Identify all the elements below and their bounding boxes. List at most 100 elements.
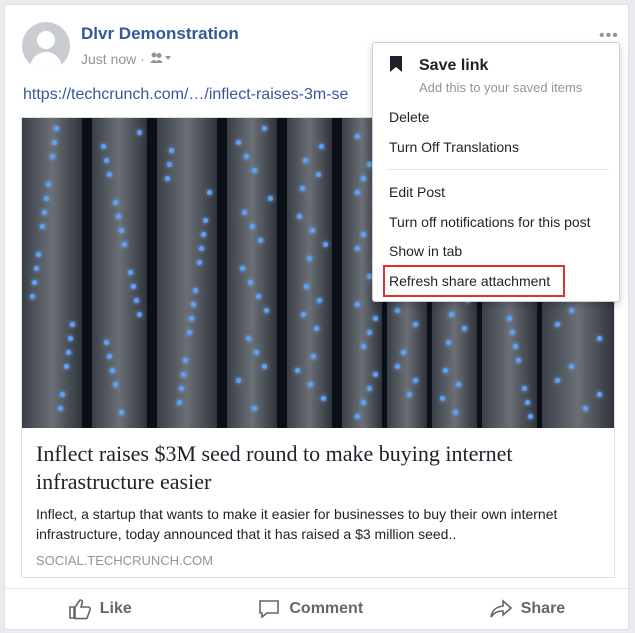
- rack-led: [555, 378, 560, 383]
- rack-led: [297, 214, 302, 219]
- rack-led: [597, 392, 602, 397]
- rack-led: [314, 326, 319, 331]
- rack-led: [50, 154, 55, 159]
- server-rack: [227, 118, 277, 428]
- rack-led: [256, 294, 261, 299]
- rack-led: [113, 200, 118, 205]
- rack-led: [355, 190, 360, 195]
- rack-led: [258, 238, 263, 243]
- like-button[interactable]: Like: [68, 598, 132, 620]
- menu-item-delete[interactable]: Delete: [389, 109, 429, 125]
- rack-led: [254, 350, 259, 355]
- server-rack: [92, 118, 147, 428]
- rack-led: [583, 406, 588, 411]
- menu-divider: [387, 169, 609, 170]
- rack-led: [68, 336, 73, 341]
- rack-led: [116, 214, 121, 219]
- rack-led: [407, 392, 412, 397]
- save-link-subtitle: Add this to your saved items: [419, 80, 583, 95]
- menu-item-turn-off-translations[interactable]: Turn Off Translations: [389, 139, 519, 155]
- rack-led: [181, 372, 186, 377]
- rack-led: [137, 130, 142, 135]
- highlight-box: [383, 265, 565, 297]
- comment-icon: [259, 600, 280, 619]
- share-icon: [489, 599, 512, 618]
- rack-led: [104, 158, 109, 163]
- rack-led: [66, 350, 71, 355]
- share-label: Share: [520, 600, 566, 617]
- rack-led: [310, 228, 315, 233]
- rack-led: [507, 316, 512, 321]
- rack-led: [179, 386, 184, 391]
- menu-item-edit-post[interactable]: Edit Post: [389, 184, 445, 200]
- rack-led: [264, 308, 269, 313]
- rack-led: [236, 378, 241, 383]
- rack-led: [201, 232, 206, 237]
- rack-led: [513, 344, 518, 349]
- rack-led: [355, 302, 360, 307]
- attachment-headline[interactable]: Inflect raises $3M seed round to make bu…: [36, 440, 596, 496]
- rack-led: [373, 372, 378, 377]
- rack-led: [119, 228, 124, 233]
- rack-led: [321, 396, 326, 401]
- rack-led: [323, 242, 328, 247]
- rack-led: [122, 242, 127, 247]
- rack-led: [203, 218, 208, 223]
- rack-led: [355, 134, 360, 139]
- rack-led: [395, 364, 400, 369]
- rack-led: [262, 126, 267, 131]
- rack-led: [30, 294, 35, 299]
- rack-led: [240, 266, 245, 271]
- attachment-description: Inflect, a startup that wants to make it…: [36, 506, 558, 542]
- audience-friends-icon[interactable]: [149, 51, 173, 67]
- rack-led: [395, 308, 400, 313]
- rack-led: [58, 406, 63, 411]
- rack-led: [262, 364, 267, 369]
- rack-led: [446, 340, 451, 345]
- rack-led: [34, 266, 39, 271]
- rack-led: [300, 186, 305, 191]
- rack-led: [242, 210, 247, 215]
- rack-led: [440, 396, 445, 401]
- rack-led: [401, 350, 406, 355]
- avatar[interactable]: [22, 22, 70, 70]
- rack-led: [367, 330, 372, 335]
- rack-led: [134, 298, 139, 303]
- post-time[interactable]: Just now: [81, 51, 136, 67]
- author-name[interactable]: Dlvr Demonstration: [81, 24, 239, 44]
- rack-led: [569, 308, 574, 313]
- server-rack: [157, 118, 217, 428]
- rack-led: [516, 358, 521, 363]
- post-link[interactable]: https://techcrunch.com/…/inflect-raises-…: [23, 86, 383, 104]
- rack-led: [569, 364, 574, 369]
- rack-led: [191, 302, 196, 307]
- menu-item-show-in-tab[interactable]: Show in tab: [389, 243, 462, 259]
- rack-led: [44, 196, 49, 201]
- bookmark-icon: [390, 56, 402, 72]
- menu-item-turn-off-notifications[interactable]: Turn off notifications for this post: [389, 214, 591, 230]
- rack-led: [361, 176, 366, 181]
- rack-led: [64, 364, 69, 369]
- rack-led: [528, 414, 533, 419]
- rack-led: [355, 414, 360, 419]
- rack-led: [268, 196, 273, 201]
- rack-led: [119, 410, 124, 415]
- server-rack: [22, 118, 82, 428]
- rack-led: [236, 140, 241, 145]
- rack-led: [167, 162, 172, 167]
- rack-led: [301, 312, 306, 317]
- rack-led: [303, 158, 308, 163]
- rack-led: [252, 406, 257, 411]
- rack-led: [522, 386, 527, 391]
- meta-dot: ·: [140, 51, 145, 67]
- rack-led: [453, 410, 458, 415]
- share-button[interactable]: Share: [489, 598, 565, 620]
- post-meta: Just now ·: [81, 51, 173, 67]
- save-link-title: Save link: [419, 57, 489, 74]
- rack-led: [449, 312, 454, 317]
- rack-led: [187, 330, 192, 335]
- thumbs-up-icon: [68, 599, 91, 620]
- rack-led: [367, 386, 372, 391]
- rack-led: [555, 322, 560, 327]
- comment-button[interactable]: Comment: [257, 598, 363, 620]
